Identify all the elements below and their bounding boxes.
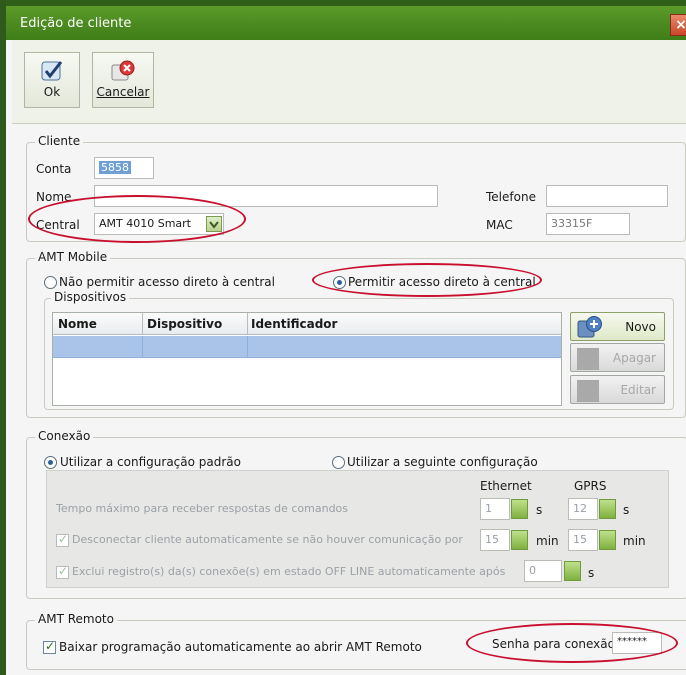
column-identificador[interactable]: Identificador <box>251 317 337 331</box>
gprs-header: GPRS <box>574 479 607 493</box>
add-icon <box>577 316 602 338</box>
timeout-gprs-spinner[interactable] <box>599 499 616 519</box>
allow-direct-access-radio[interactable] <box>333 276 346 289</box>
auto-download-checkbox[interactable] <box>43 639 56 654</box>
new-device-label: Novo <box>625 320 656 334</box>
ethernet-header: Ethernet <box>480 479 532 493</box>
amt-remote-legend: AMT Remoto <box>35 612 117 626</box>
custom-config-radio[interactable] <box>332 456 345 469</box>
offline-cleanup-unit: s <box>588 566 595 580</box>
name-label: Nome <box>36 190 72 204</box>
delete-device-button[interactable]: Apagar <box>570 343 665 372</box>
toolbar: Ok Cancelar <box>12 40 686 124</box>
timeout-ethernet-field[interactable]: 1 <box>480 498 510 520</box>
name-field[interactable] <box>94 185 438 207</box>
column-nome[interactable]: Nome <box>58 317 97 331</box>
client-legend: Cliente <box>35 134 84 148</box>
central-label: Central <box>36 218 80 232</box>
disconnect-ethernet-unit: min <box>536 534 559 548</box>
new-device-button[interactable]: Novo <box>570 312 665 341</box>
timeout-gprs-unit: s <box>623 503 630 517</box>
devices-table-header: Nome Dispositivo Identificador <box>53 313 561 335</box>
disconnect-gprs-field[interactable]: 15 <box>568 529 598 551</box>
mac-label: MAC <box>486 218 513 232</box>
offline-cleanup-checkbox[interactable] <box>56 564 69 579</box>
connection-password-field[interactable]: ****** <box>612 632 662 654</box>
window-title: Edição de cliente <box>20 16 132 31</box>
devices-table[interactable]: Nome Dispositivo Identificador <box>52 312 562 406</box>
no-direct-access-radio[interactable] <box>44 276 57 289</box>
disconnect-ethernet-spinner[interactable] <box>511 530 528 550</box>
amt-mobile-legend: AMT Mobile <box>35 250 111 264</box>
timeout-label: Tempo máximo para receber respostas de c… <box>56 502 349 515</box>
mac-field[interactable]: 33315F <box>546 213 630 235</box>
auto-disconnect-label: Desconectar cliente automaticamente se n… <box>72 533 463 546</box>
disconnect-ethernet-field[interactable]: 15 <box>480 529 510 551</box>
table-row[interactable] <box>53 336 561 358</box>
central-dropdown-button[interactable] <box>206 216 222 232</box>
timeout-ethernet-spinner[interactable] <box>511 499 528 519</box>
cancel-icon <box>111 60 135 81</box>
edit-device-button[interactable]: Editar <box>570 375 665 404</box>
auto-disconnect-checkbox[interactable] <box>56 532 69 547</box>
custom-config-label[interactable]: Utilizar a seguinte configuração <box>347 455 538 469</box>
timeout-ethernet-unit: s <box>536 503 543 517</box>
account-field[interactable]: 5858 <box>94 157 154 179</box>
cancel-label: Cancelar <box>96 85 150 99</box>
offline-cleanup-label: Exclui registro(s) da(s) conexõe(s) em e… <box>72 565 506 578</box>
timeout-gprs-field[interactable]: 12 <box>568 498 598 520</box>
delete-icon <box>577 348 599 370</box>
default-config-radio[interactable] <box>44 456 57 469</box>
ok-button[interactable]: Ok <box>24 52 80 108</box>
connection-legend: Conexão <box>35 429 94 443</box>
central-value: AMT 4010 Smart <box>99 217 191 230</box>
default-config-label[interactable]: Utilizar a configuração padrão <box>60 455 241 469</box>
offline-cleanup-field[interactable]: 0 <box>524 560 562 582</box>
devices-legend: Dispositivos <box>51 290 130 304</box>
title-bar[interactable]: Edição de cliente × <box>6 0 686 40</box>
chevron-down-icon <box>209 221 219 229</box>
edit-device-label: Editar <box>620 383 656 397</box>
central-select[interactable]: AMT 4010 Smart <box>94 213 224 235</box>
account-label: Conta <box>36 162 72 176</box>
checkmark-icon <box>41 61 63 81</box>
auto-download-label[interactable]: Baixar programação automaticamente ao ab… <box>59 640 422 654</box>
offline-cleanup-spinner[interactable] <box>564 561 581 581</box>
disconnect-gprs-spinner[interactable] <box>599 530 616 550</box>
column-dispositivo[interactable]: Dispositivo <box>147 317 222 331</box>
delete-device-label: Apagar <box>612 351 656 365</box>
close-button[interactable]: × <box>670 14 686 36</box>
connection-password-label: Senha para conexão <box>492 637 615 651</box>
edit-icon <box>577 380 599 402</box>
phone-label: Telefone <box>486 190 536 204</box>
disconnect-gprs-unit: min <box>623 534 646 548</box>
cancel-button[interactable]: Cancelar <box>92 52 154 108</box>
no-direct-access-label[interactable]: Não permitir acesso direto à central <box>59 275 275 289</box>
edit-client-window: Edição de cliente × Ok Cancelar Cliente … <box>0 0 686 675</box>
allow-direct-access-label[interactable]: Permitir acesso direto à central <box>348 275 536 289</box>
phone-field[interactable] <box>546 185 668 207</box>
ok-label: Ok <box>43 85 61 99</box>
